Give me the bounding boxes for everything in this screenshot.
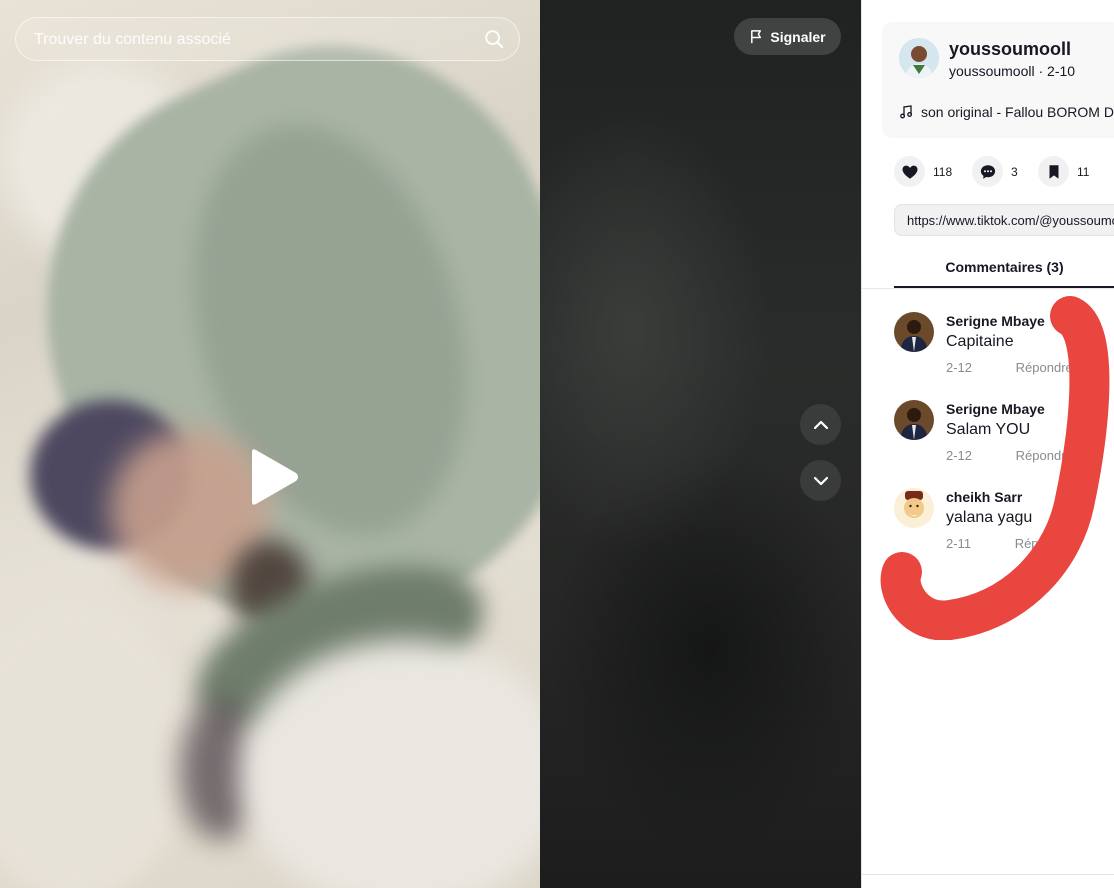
bookmark-icon <box>1049 164 1058 179</box>
video-link-field[interactable]: https://www.tiktok.com/@youssoumooll <box>894 204 1114 236</box>
chevron-up-icon <box>813 420 828 429</box>
details-panel: youssoumooll youssoumooll · 2-10 son ori… <box>861 0 1114 888</box>
comment-date: 2-12 <box>946 360 973 375</box>
save-action[interactable]: 11 <box>1038 156 1089 187</box>
comment-item: Serigne Mbaye Salam YOU 2-12 Répondre <box>894 400 1114 470</box>
music-link[interactable]: son original - Fallou BOROM DAROU <box>899 104 1114 120</box>
search-input[interactable] <box>32 18 476 62</box>
heart-icon <box>902 165 917 179</box>
commenter-avatar[interactable] <box>894 488 934 528</box>
flag-icon <box>751 30 762 44</box>
save-count: 11 <box>1077 164 1090 179</box>
author-avatar[interactable] <box>899 38 939 78</box>
comment-bubble-icon <box>980 164 995 179</box>
music-note-icon <box>900 105 913 119</box>
reply-button[interactable]: Répondre <box>1015 536 1072 551</box>
comment-username[interactable]: Serigne Mbaye <box>946 401 1045 417</box>
comment-username[interactable]: cheikh Sarr <box>946 489 1022 505</box>
comment-username[interactable]: Serigne Mbaye <box>946 313 1045 329</box>
like-action[interactable]: 118 <box>894 156 952 187</box>
play-icon[interactable] <box>248 448 300 506</box>
comment-date: 2-12 <box>946 448 973 463</box>
comment-date: 2-11 <box>946 536 972 551</box>
avatar-image <box>899 38 939 78</box>
report-label: Signaler <box>770 28 826 45</box>
comment-text: yalana yagu <box>946 509 1033 526</box>
comment-count: 3 <box>1011 164 1018 179</box>
chevron-down-icon <box>813 476 828 485</box>
comment-item: cheikh Sarr yalana yagu 2-11 Répondre <box>894 488 1114 558</box>
comment-text: Capitaine <box>946 333 1014 350</box>
comment-action[interactable]: 3 <box>972 156 1018 187</box>
comment-text: Salam YOU <box>946 421 1031 438</box>
search-icon[interactable] <box>483 28 505 50</box>
next-video-button[interactable] <box>800 460 841 501</box>
tab-divider <box>862 288 1114 289</box>
like-count: 118 <box>933 164 953 179</box>
video-player[interactable]: Signaler <box>0 0 861 888</box>
report-button[interactable]: Signaler <box>734 18 841 55</box>
author-subtitle: youssoumooll · 2-10 <box>949 63 1076 79</box>
search-bar[interactable] <box>15 17 520 62</box>
music-title: son original - Fallou BOROM DAROU <box>921 104 1114 120</box>
tab-comments[interactable]: Commentaires (3) <box>894 250 1114 288</box>
commenter-avatar[interactable] <box>894 400 934 440</box>
comment-item: Serigne Mbaye Capitaine 2-12 Répondre <box>894 312 1114 382</box>
author-card: youssoumooll youssoumooll · 2-10 son ori… <box>882 22 1114 138</box>
panel-footer-divider <box>862 874 1114 875</box>
reply-button[interactable]: Répondre <box>1016 448 1073 463</box>
previous-video-button[interactable] <box>800 404 841 445</box>
video-blurred-background <box>540 0 861 888</box>
reply-button[interactable]: Répondre <box>1016 360 1073 375</box>
video-frame[interactable] <box>0 0 540 888</box>
author-name[interactable]: youssoumooll <box>949 39 1071 60</box>
commenter-avatar[interactable] <box>894 312 934 352</box>
